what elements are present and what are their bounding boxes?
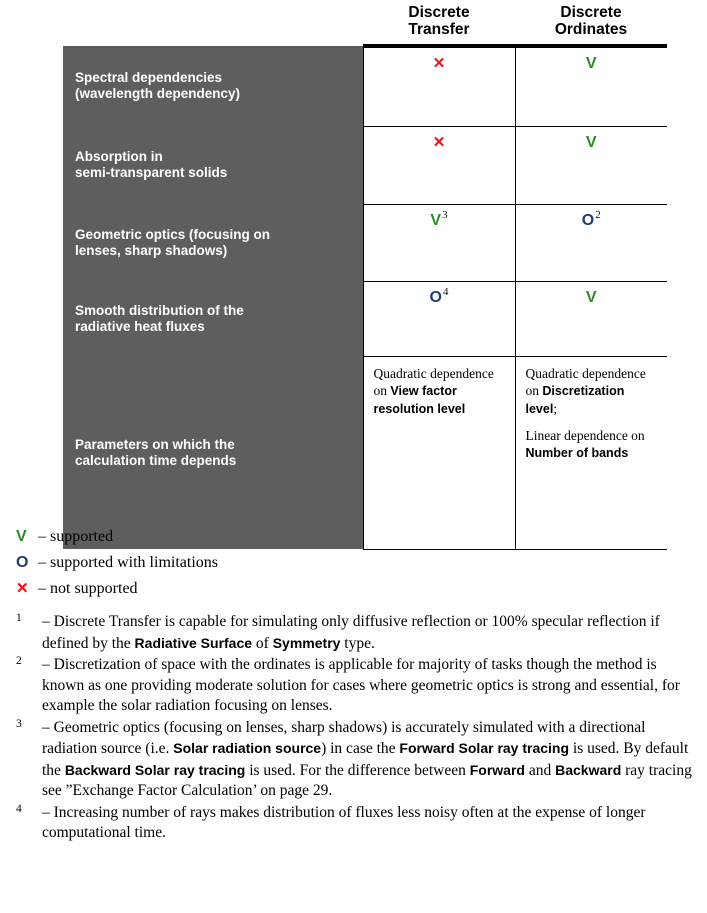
parameter-plain: Linear dependence on xyxy=(525,427,645,443)
table-header-blank xyxy=(63,0,363,46)
row-label-line1: Parameters on which the xyxy=(75,436,235,452)
comparison-table-wrapper: Discrete Transfer Discrete Ordinates Spe… xyxy=(63,0,667,550)
radiation-model-comparison-table: Discrete Transfer Discrete Ordinates Spe… xyxy=(63,0,667,550)
footnote-number: 1 xyxy=(16,612,22,624)
table-header-row: Discrete Transfer Discrete Ordinates xyxy=(63,0,667,46)
row-label-line1: Absorption in xyxy=(75,149,163,164)
symbol-legend: V – supported O – supported with limitat… xyxy=(0,527,707,605)
cell-spectral-discrete-transfer: ✕ xyxy=(362,44,515,127)
check-v-icon: V xyxy=(585,55,597,72)
footnote-text: – Discretization of space with the ordin… xyxy=(42,656,680,714)
row-label-line2: lenses, sharp shadows) xyxy=(75,242,228,258)
legend-label: – not supported xyxy=(38,580,138,597)
check-v-icon: V xyxy=(16,528,27,545)
table-row: Geometric optics (focusing on lenses, sh… xyxy=(63,204,667,282)
table-header: Discrete Transfer Discrete Ordinates xyxy=(63,0,667,46)
row-label-line2: radiative heat fluxes xyxy=(75,318,205,334)
row-label-absorption: Absorption in semi-transparent solids xyxy=(63,126,363,204)
cell-parameters-discrete-transfer: Quadratic dependence on View factor reso… xyxy=(362,356,515,550)
cell-absorption-discrete-ordinates: V xyxy=(514,126,667,205)
row-label-geometric-optics: Geometric optics (focusing on lenses, sh… xyxy=(63,204,363,281)
cell-spectral-discrete-ordinates: V xyxy=(514,44,667,127)
check-v-icon: V xyxy=(430,211,442,229)
column-header-do-line2: Ordinates xyxy=(554,21,628,38)
column-header-do-line1: Discrete xyxy=(560,4,622,21)
table-row: Smooth distribution of the radiative hea… xyxy=(63,281,667,357)
footnote-4: 4 – Increasing number of rays makes dist… xyxy=(0,803,707,844)
legend-item-limited: O – supported with limitations xyxy=(0,553,707,579)
legend-item-supported: V – supported xyxy=(0,527,707,553)
footnote-3: 3 – Geometric optics (focusing on lenses… xyxy=(0,718,707,802)
cross-icon: ✕ xyxy=(432,133,446,151)
table-row: Absorption in semi-transparent solids ✕ … xyxy=(63,126,667,205)
legend-item-not-supported: ✕ – not supported xyxy=(0,579,707,605)
row-label-spectral-dependencies: Spectral dependencies (wavelength depend… xyxy=(63,46,363,126)
column-header-dt-line2: Transfer xyxy=(408,21,470,38)
footnote-number: 3 xyxy=(16,717,22,730)
cell-absorption-discrete-transfer: ✕ xyxy=(362,126,515,205)
cell-smooth-discrete-transfer: O4 xyxy=(362,281,515,357)
cell-geometric-discrete-transfer: V3 xyxy=(362,204,515,282)
footnotes-section: 1 – Discrete Transfer is capable for sim… xyxy=(0,612,707,845)
row-label-smooth-distribution: Smooth distribution of the radiative hea… xyxy=(63,281,363,356)
cross-icon: ✕ xyxy=(16,580,29,597)
check-v-icon: V xyxy=(585,288,597,306)
check-v-icon: V xyxy=(585,133,597,151)
parameter-paragraph: Quadratic dependence on View factor reso… xyxy=(374,365,505,418)
table-body: Spectral dependencies (wavelength depend… xyxy=(63,44,667,550)
parameter-tail: ; xyxy=(553,400,558,416)
row-label-calculation-time-parameters: Parameters on which the calculation time… xyxy=(63,356,363,549)
column-header-dt-line1: Discrete xyxy=(408,4,470,21)
circle-o-icon: O xyxy=(16,554,29,571)
row-label-line2: calculation time depends xyxy=(75,452,237,468)
footnote-1: 1 – Discrete Transfer is capable for sim… xyxy=(0,612,707,654)
footnote-number: 4 xyxy=(16,802,22,815)
footnote-ref: 3 xyxy=(442,209,448,222)
column-header-discrete-ordinates: Discrete Ordinates xyxy=(515,0,667,46)
footnote-2: 2 – Discretization of space with the ord… xyxy=(0,655,707,717)
parameter-paragraph: Quadratic dependence on Discretization l… xyxy=(526,365,658,418)
row-label-line1: Smooth distribution of the xyxy=(75,302,244,318)
parameter-bold: Number of bands xyxy=(525,445,629,460)
row-label-line1: Spectral dependencies xyxy=(75,70,223,85)
footnote-text: – Increasing number of rays makes distri… xyxy=(42,803,646,842)
row-label-line1: Geometric optics (focusing on xyxy=(75,226,271,242)
footnote-ref: 4 xyxy=(442,286,449,299)
cell-smooth-discrete-ordinates: V xyxy=(514,281,667,357)
cell-parameters-discrete-ordinates: Quadratic dependence on Discretization l… xyxy=(514,356,667,550)
cross-icon: ✕ xyxy=(432,55,446,72)
footnote-ref: 2 xyxy=(595,209,601,222)
cell-geometric-discrete-ordinates: O2 xyxy=(514,204,667,282)
parameter-paragraph: Linear dependence on Number of bands xyxy=(526,427,658,462)
circle-o-icon: O xyxy=(429,288,442,306)
footnote-text: – Geometric optics (focusing on lenses, … xyxy=(42,718,692,800)
table-row: Parameters on which the calculation time… xyxy=(63,356,667,550)
footnote-text: – Discrete Transfer is capable for simul… xyxy=(42,613,660,652)
footnote-number: 2 xyxy=(16,655,22,667)
table-row: Spectral dependencies (wavelength depend… xyxy=(63,44,667,127)
legend-label: – supported with limitations xyxy=(38,554,218,571)
circle-o-icon: O xyxy=(581,211,595,229)
row-label-line2: (wavelength dependency) xyxy=(75,86,241,101)
row-label-line2: semi-transparent solids xyxy=(75,165,228,180)
column-header-discrete-transfer: Discrete Transfer xyxy=(363,0,515,46)
legend-label: – supported xyxy=(38,528,114,545)
